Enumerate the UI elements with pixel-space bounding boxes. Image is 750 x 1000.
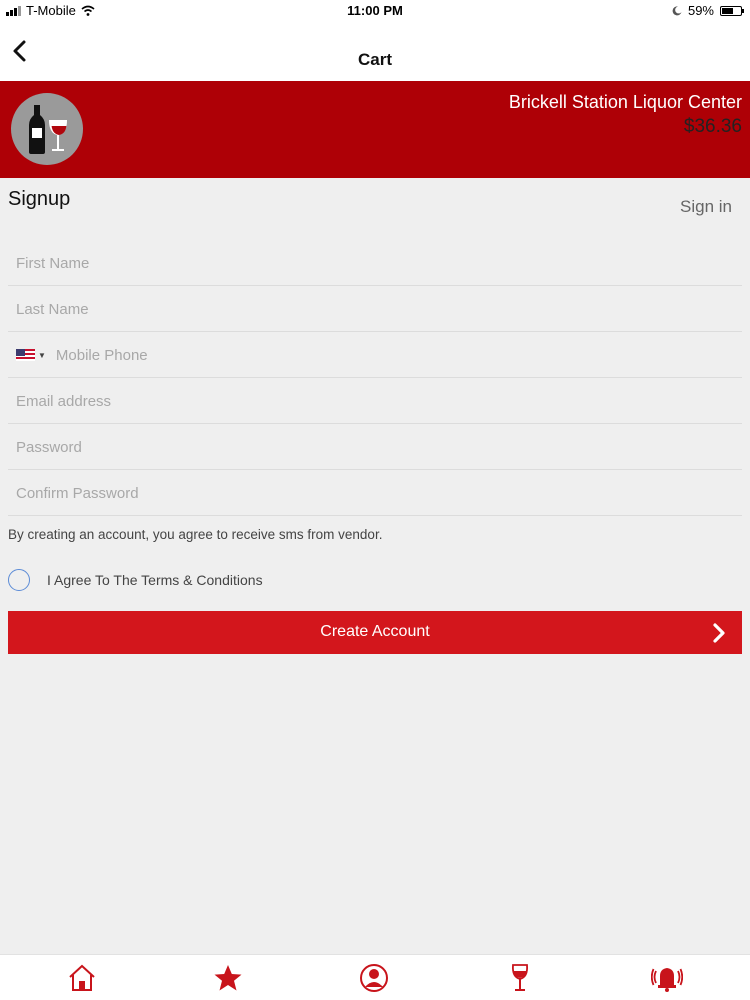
page-title: Cart bbox=[357, 50, 392, 69]
mobile-phone-input[interactable] bbox=[45, 346, 742, 364]
last-name-input[interactable] bbox=[8, 300, 742, 318]
battery-icon bbox=[720, 5, 744, 16]
caret-down-icon: ▼ bbox=[38, 350, 46, 360]
alarm-bell-icon bbox=[651, 968, 683, 992]
star-icon bbox=[214, 965, 242, 991]
chevron-right-icon bbox=[713, 623, 725, 643]
password-field bbox=[8, 425, 742, 470]
tab-favorites[interactable] bbox=[211, 961, 245, 995]
sign-in-link[interactable]: Sign in bbox=[680, 197, 732, 217]
terms-row: I Agree To The Terms & Conditions bbox=[8, 569, 263, 591]
signup-title: Signup bbox=[8, 188, 71, 210]
terms-radio[interactable] bbox=[8, 569, 30, 591]
email-input[interactable] bbox=[8, 392, 742, 410]
wine-bottle-glass-icon bbox=[29, 105, 67, 154]
moon-icon bbox=[672, 5, 682, 15]
tab-home[interactable] bbox=[65, 961, 99, 995]
last-name-field bbox=[8, 287, 742, 332]
tab-bar bbox=[0, 954, 750, 1000]
first-name-input[interactable] bbox=[8, 254, 742, 272]
confirm-password-field bbox=[8, 471, 742, 516]
store-banner: Brickell Station Liquor Center $36.36 bbox=[0, 81, 750, 178]
user-icon bbox=[360, 964, 388, 992]
tab-account[interactable] bbox=[357, 961, 391, 995]
battery-percent: 59% bbox=[687, 3, 714, 18]
confirm-password-input[interactable] bbox=[8, 484, 742, 502]
first-name-field bbox=[8, 241, 742, 286]
mobile-phone-field: ▼ bbox=[8, 333, 742, 378]
store-name: Brickell Station Liquor Center bbox=[508, 92, 742, 112]
status-bar: T-Mobile 11:00 PM 59% bbox=[0, 0, 750, 22]
create-account-label: Create Account bbox=[320, 623, 430, 640]
cart-total: $36.36 bbox=[683, 116, 742, 137]
navigation-bar: Cart bbox=[0, 22, 750, 81]
tab-wine[interactable] bbox=[503, 961, 537, 995]
us-flag-icon bbox=[16, 349, 35, 361]
wine-glass-icon bbox=[511, 964, 529, 991]
sms-consent-note: By creating an account, you agree to rec… bbox=[8, 527, 383, 542]
store-logo bbox=[11, 93, 83, 165]
status-time: 11:00 PM bbox=[347, 3, 403, 18]
country-selector[interactable]: ▼ bbox=[8, 349, 46, 361]
battery-info: 59% bbox=[672, 3, 744, 18]
terms-label: I Agree To The Terms & Conditions bbox=[47, 572, 263, 588]
home-icon bbox=[69, 964, 95, 991]
email-field bbox=[8, 379, 742, 424]
create-account-button[interactable]: Create Account bbox=[8, 611, 742, 654]
tab-alerts[interactable] bbox=[650, 961, 684, 995]
password-input[interactable] bbox=[8, 438, 742, 456]
